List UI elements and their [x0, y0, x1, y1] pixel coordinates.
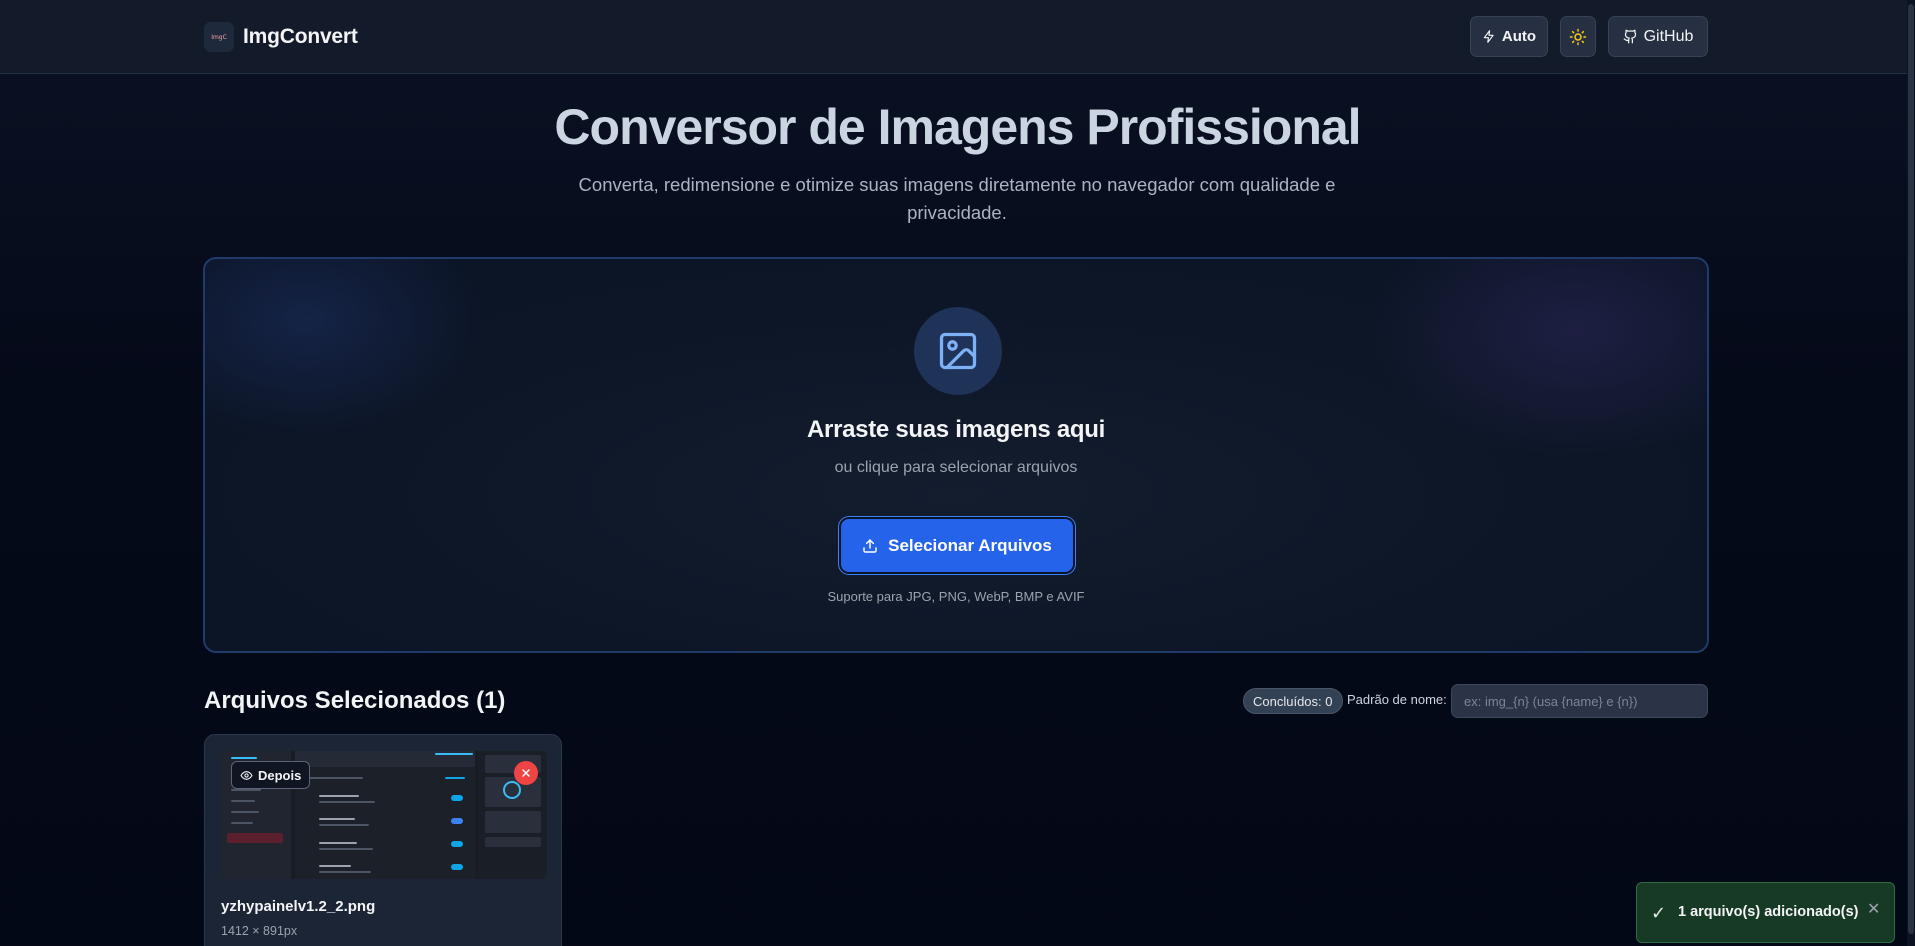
dropzone-subtitle: ou clique para selecionar arquivos [834, 459, 1078, 476]
logo: ImgC [204, 22, 234, 52]
thumbnail-main [295, 751, 475, 879]
dropzone-title: Arraste suas imagens aqui [807, 416, 1105, 443]
completed-count-badge: Concluídos: 0 [1243, 688, 1343, 714]
theme-toggle-button[interactable] [1560, 16, 1596, 57]
success-toast: ✓ 1 arquivo(s) adicionado(s) ✕ [1636, 882, 1895, 943]
logo-text: ImgC [211, 33, 227, 41]
selected-files-title: Arquivos Selecionados (1) [204, 687, 506, 714]
remove-file-button[interactable] [514, 761, 538, 785]
toast-close-button[interactable]: ✕ [1867, 899, 1880, 918]
page-title: Conversor de Imagens Profissional [554, 99, 1361, 155]
name-pattern-input[interactable] [1451, 684, 1708, 718]
completed-count-text: Concluídos: 0 [1253, 693, 1333, 709]
lightning-icon [1483, 30, 1494, 43]
auto-mode-button[interactable]: Auto [1470, 16, 1548, 57]
file-dimensions: 1412 × 891px [221, 924, 298, 938]
eye-icon [240, 770, 253, 780]
file-dropzone[interactable]: Arraste suas imagens aqui ou clique para… [203, 257, 1709, 653]
github-label: GitHub [1643, 27, 1694, 45]
toast-message: 1 arquivo(s) adicionado(s) [1678, 904, 1859, 920]
github-icon [1623, 29, 1636, 44]
select-files-label: Selecionar Arquivos [888, 535, 1052, 555]
dropzone-glow-left [205, 259, 485, 439]
before-after-toggle-button[interactable]: Depois [231, 761, 311, 789]
before-after-label: Depois [258, 767, 302, 783]
sun-icon [1569, 28, 1587, 45]
check-icon: ✓ [1651, 903, 1667, 924]
file-card: Depois yzhypainelv1.2_2.png 1412 × 891px [204, 734, 562, 946]
name-pattern-label: Padrão de nome: [1347, 692, 1447, 707]
brand[interactable]: ImgC ImgConvert [204, 22, 358, 52]
page-scrollbar-thumb[interactable] [1908, 4, 1914, 934]
top-navbar: ImgC ImgConvert Auto GitHub [0, 0, 1915, 74]
select-files-button[interactable]: Selecionar Arquivos [841, 519, 1073, 572]
auto-label: Auto [1501, 28, 1537, 45]
image-icon [939, 332, 977, 370]
page-subtitle: Converta, redimensione e otimize suas im… [578, 174, 1336, 223]
upload-icon [863, 538, 877, 553]
github-button[interactable]: GitHub [1608, 16, 1708, 57]
supported-formats-text: Suporte para JPG, PNG, WebP, BMP e AVIF [827, 589, 1085, 604]
close-icon [522, 769, 530, 777]
brand-name: ImgConvert [243, 25, 358, 48]
file-name: yzhypainelv1.2_2.png [221, 898, 376, 915]
dropzone-icon-circle [914, 307, 1002, 395]
